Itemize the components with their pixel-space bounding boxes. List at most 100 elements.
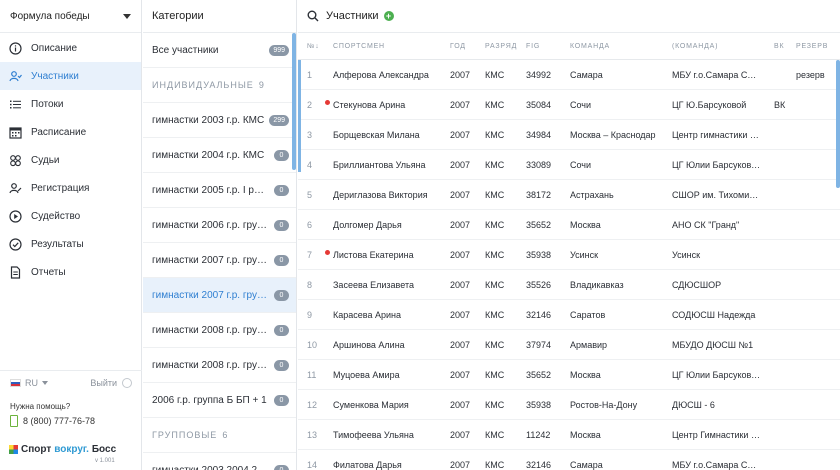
- col-year[interactable]: ГОД: [450, 43, 478, 50]
- col-rank[interactable]: РАЗРЯД: [485, 43, 517, 50]
- categories-scrollbar[interactable]: [292, 33, 296, 170]
- cell-fig: 34992: [526, 70, 552, 80]
- sidebar-item-label: Потоки: [31, 98, 64, 110]
- cell-year: 2007: [450, 100, 471, 110]
- sidebar-item[interactable]: Участники: [0, 62, 141, 90]
- category-item[interactable]: гимнастки 2007 г.р. группа 0: [143, 278, 296, 313]
- cell-year: 2007: [450, 370, 471, 380]
- chevron-down-icon[interactable]: [42, 380, 48, 385]
- sidebar-item[interactable]: Описание: [0, 34, 141, 62]
- cell-num: 5: [307, 190, 313, 200]
- cell-num: 2: [307, 100, 313, 110]
- cell-num: 1: [307, 70, 313, 80]
- phone-number: 8 (800) 777-76-78: [23, 416, 96, 426]
- cell-num: 6: [307, 220, 313, 230]
- table-row[interactable]: 5 Дериглазова Виктория 2007 КМС 38172 Астраха…: [298, 180, 840, 210]
- sidebar-item-label: Расписание: [31, 126, 87, 138]
- cell-num: 14: [307, 460, 318, 470]
- table-row[interactable]: 12 Суменкова Мария 2007 КМС 35938 Ростов-На-Д…: [298, 390, 840, 420]
- col-fig[interactable]: FIG: [526, 43, 562, 50]
- category-item[interactable]: гимнастки 2008 г.р. группа 0: [143, 348, 296, 383]
- category-item[interactable]: 2006 г.р. группа Б БП + 1 0: [143, 383, 296, 418]
- cell-rank: КМС: [485, 130, 505, 140]
- help-block: Нужна помощь? 8 (800) 777-76-78: [10, 402, 95, 427]
- table-row[interactable]: 7 Листова Екатерина 2007 КМС 35938 Усинск Усин…: [298, 240, 840, 270]
- col-team[interactable]: КОМАНДА: [570, 43, 665, 50]
- sidebar-item[interactable]: Результаты: [0, 230, 141, 258]
- event-selector[interactable]: Формула победы: [0, 0, 141, 33]
- table-row[interactable]: 2 Стекунова Арина 2007 КМС 35084 Сочи ЦГ Ю.Бар…: [298, 90, 840, 120]
- category-count-badge: 0: [274, 289, 289, 301]
- table-row[interactable]: 4 Бриллиантова Ульяна 2007 КМС 33089 Сочи ЦГ Ю…: [298, 150, 840, 180]
- table-row[interactable]: 8 Засеева Елизавета 2007 КМС 35526 Владикавка…: [298, 270, 840, 300]
- category-item[interactable]: гимнастки 2005 г.р. I разряд 0: [143, 173, 296, 208]
- col-num[interactable]: №↓: [307, 43, 327, 50]
- table-row[interactable]: 11 Муцоева Амира 2007 КМС 35652 Москва ЦГ Юлии…: [298, 360, 840, 390]
- table-row[interactable]: 10 Аршинова Алина 2007 КМС 37974 Армавир МБУДО…: [298, 330, 840, 360]
- cell-team: Москва: [570, 370, 601, 380]
- sidebar-item[interactable]: Расписание: [0, 118, 141, 146]
- cell-num: 10: [307, 340, 318, 350]
- event-title: Формула победы: [10, 10, 90, 22]
- add-participant-button[interactable]: +: [383, 11, 394, 21]
- sidebar-item[interactable]: Судьи: [0, 146, 141, 174]
- cell-athlete: Алферова Александра: [333, 70, 429, 80]
- table-row[interactable]: 6 Долгомер Дарья 2007 КМС 35652 Москва АНО СК …: [298, 210, 840, 240]
- table-row[interactable]: 9 Карасева Арина 2007 КМС 32146 Саратов СОДЮСШ…: [298, 300, 840, 330]
- category-item[interactable]: гимнастки 2006 г.р. группа 0: [143, 208, 296, 243]
- cell-fig: 11242: [526, 430, 551, 440]
- sidebar-item[interactable]: Отчеты: [0, 258, 141, 286]
- category-item[interactable]: гимнастки 2003,2004,2005 0: [143, 453, 296, 470]
- cell-athlete: Суменкова Мария: [333, 400, 409, 410]
- table-row[interactable]: 14 Филатова Дарья 2007 КМС 32146 Самара МБУ г.…: [298, 450, 840, 470]
- sidebar: Формула победы Описание Участники Потоки Ра…: [0, 0, 142, 470]
- chevron-down-icon: [123, 13, 131, 19]
- cell-fig: 35938: [526, 250, 552, 260]
- page-title: Участники: [326, 10, 379, 22]
- cell-team-secondary: ЦГ Юлии Барсуковой: [672, 370, 761, 380]
- cell-athlete: Аршинова Алина: [333, 340, 405, 350]
- category-label: гимнастки 2005 г.р. I разряд: [152, 184, 269, 196]
- sidebar-item-label: Описание: [31, 42, 78, 54]
- phone-icon: [10, 415, 18, 427]
- category-item[interactable]: гимнастки 2008 г.р. группа 0: [143, 313, 296, 348]
- category-group-count: 6: [222, 430, 229, 440]
- cell-num: 13: [307, 430, 318, 440]
- search-icon[interactable]: [307, 10, 319, 22]
- category-item[interactable]: Все участники 999: [143, 33, 296, 68]
- category-count-badge: 0: [274, 219, 289, 231]
- cell-rank: КМС: [485, 160, 505, 170]
- cell-team-secondary: ДЮСШ - 6: [672, 400, 715, 410]
- cell-vk: ВК: [774, 100, 786, 110]
- cell-team: Москва – Краснодар: [570, 130, 656, 140]
- logout-button[interactable]: Выйти: [90, 377, 132, 388]
- cell-year: 2007: [450, 250, 471, 260]
- category-item[interactable]: гимнастки 2004 г.р. КМС 0: [143, 138, 296, 173]
- help-phone[interactable]: 8 (800) 777-76-78: [10, 415, 95, 427]
- cell-fig: 34984: [526, 130, 552, 140]
- language-selector[interactable]: RU: [25, 378, 38, 388]
- sidebar-item[interactable]: Регистрация: [0, 174, 141, 202]
- col-team-secondary[interactable]: (КОМАНДА): [672, 43, 761, 50]
- participants-panel: Участники + №↓ СПОРТСМЕН ГОД РАЗРЯД FIG …: [298, 0, 840, 470]
- table-scrollbar[interactable]: [836, 60, 840, 188]
- sidebar-item[interactable]: Потоки: [0, 90, 141, 118]
- category-item[interactable]: гимнастки 2007 г.р. группа 0: [143, 243, 296, 278]
- table-row[interactable]: 1 Алферова Александра 2007 КМС 34992 Самара МБ…: [298, 60, 840, 90]
- cell-team-secondary: МБУ г.о.Самара СДЮСШОР: [672, 460, 761, 470]
- cell-athlete: Карасева Арина: [333, 310, 401, 320]
- category-label: гимнастки 2007 г.р. группа: [152, 289, 269, 301]
- cell-fig: 37974: [526, 340, 552, 350]
- table-row[interactable]: 13 Тимофеева Ульяна 2007 КМС 11242 Москва Цент…: [298, 420, 840, 450]
- col-athlete[interactable]: СПОРТСМЕН: [333, 43, 445, 50]
- info-icon: [9, 41, 22, 55]
- sidebar-item-label: Участники: [31, 70, 79, 82]
- col-reserve[interactable]: РЕЗЕРВ: [796, 43, 836, 50]
- category-item[interactable]: гимнастки 2003 г.р. КМС 299: [143, 103, 296, 138]
- cell-year: 2007: [450, 160, 471, 170]
- sidebar-item[interactable]: Судейство: [0, 202, 141, 230]
- document-icon: [9, 265, 22, 279]
- table-row[interactable]: 3 Борщевская Милана 2007 КМС 34984 Москва – К…: [298, 120, 840, 150]
- col-vk[interactable]: ВК: [774, 43, 796, 50]
- russian-flag-icon: [10, 378, 21, 387]
